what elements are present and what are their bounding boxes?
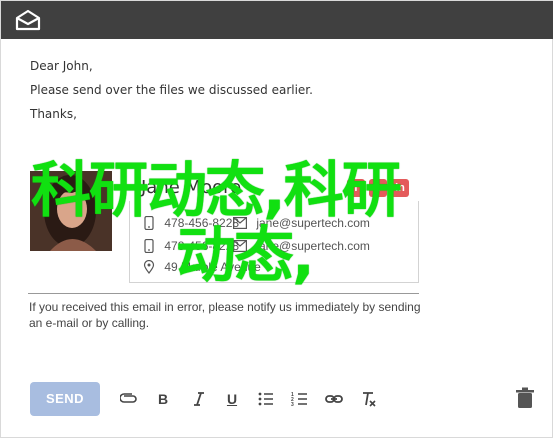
- overlay-text-line-1: 科研动态,科研: [31, 156, 402, 226]
- overlay-text-line-2: 动态,: [176, 221, 315, 291]
- email-disclaimer: If you received this email in error, ple…: [29, 300, 421, 330]
- mail-open-icon[interactable]: [15, 9, 41, 31]
- email-signoff: Thanks,: [30, 107, 77, 121]
- svg-text:3: 3: [291, 402, 294, 408]
- attachment-icon[interactable]: [119, 389, 139, 409]
- send-button[interactable]: SEND: [30, 382, 100, 416]
- bold-button[interactable]: B: [153, 389, 173, 409]
- link-icon[interactable]: [324, 389, 344, 409]
- email-compose-window: Dear John, Please send over the files we…: [0, 0, 553, 438]
- underline-button[interactable]: U: [222, 389, 242, 409]
- bulleted-list-icon[interactable]: [256, 389, 276, 409]
- phone-icon: [144, 238, 154, 253]
- disclaimer-divider: [28, 293, 419, 294]
- location-pin-icon: [143, 259, 155, 274]
- remove-format-icon[interactable]: [358, 389, 378, 409]
- title-bar: [1, 1, 553, 39]
- trash-icon[interactable]: [515, 387, 535, 409]
- email-body-line: Please send over the files we discussed …: [30, 83, 313, 97]
- numbered-list-icon[interactable]: 123: [290, 389, 310, 409]
- italic-icon[interactable]: [189, 389, 209, 409]
- email-greeting: Dear John,: [30, 59, 93, 73]
